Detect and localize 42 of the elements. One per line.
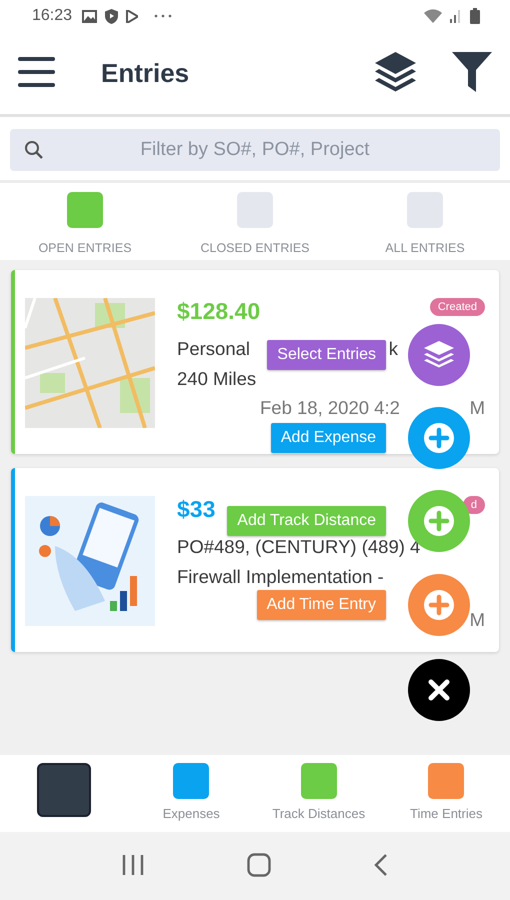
nav-tab[interactable]: Expenses: [128, 755, 255, 832]
shield-icon: [105, 8, 118, 24]
filter-tab[interactable]: OPEN ENTRIES: [0, 192, 170, 255]
entry-text: Firewall Implementation -: [177, 566, 384, 589]
signal-icon: [450, 9, 462, 23]
wifi-icon: [424, 9, 442, 23]
image-icon: [82, 10, 98, 22]
plus-icon: [424, 506, 454, 536]
entry-date: M: [470, 610, 485, 630]
entry-amount: $33: [177, 496, 216, 523]
action-label[interactable]: Add Track Distance: [227, 506, 386, 536]
nav-tab[interactable]: Time Entries: [382, 755, 510, 832]
filter-button[interactable]: [452, 52, 492, 94]
filter-tab[interactable]: ALL ENTRIES: [340, 192, 510, 255]
entry-date: M: [470, 398, 485, 418]
status-time: 16:23: [32, 7, 72, 25]
page-title: Entries: [101, 58, 190, 88]
back-button[interactable]: [374, 854, 388, 878]
entry-text: Personal: [177, 338, 250, 361]
recent-apps-button[interactable]: [122, 854, 144, 878]
search-field[interactable]: Filter by SO#, PO#, Project: [10, 129, 500, 171]
battery-icon: [470, 8, 480, 24]
home-button[interactable]: [246, 852, 271, 880]
layers-button[interactable]: [375, 52, 416, 94]
plus-icon: [424, 423, 454, 453]
search-icon: [24, 140, 44, 160]
status-badge: Created: [430, 298, 485, 316]
action-label[interactable]: Add Time Entry: [256, 590, 386, 620]
close-icon: [427, 678, 451, 702]
menu-button[interactable]: [18, 56, 55, 90]
play-store-icon: [126, 10, 138, 22]
nav-tab[interactable]: Track Distances: [255, 755, 382, 832]
plus-icon: [424, 590, 454, 620]
action-label[interactable]: Select Entries: [267, 340, 386, 370]
more-icon: [154, 14, 172, 18]
layers-icon: [424, 341, 454, 369]
entry-amount: $128.40: [177, 298, 260, 325]
entry-date: Feb 18, 2020 4:2: [260, 398, 400, 418]
action-label[interactable]: Add Expense: [270, 423, 386, 453]
entry-text: 240 Miles: [177, 368, 256, 391]
filter-tab[interactable]: CLOSED ENTRIES: [170, 192, 340, 255]
entry-text: k: [388, 338, 398, 361]
